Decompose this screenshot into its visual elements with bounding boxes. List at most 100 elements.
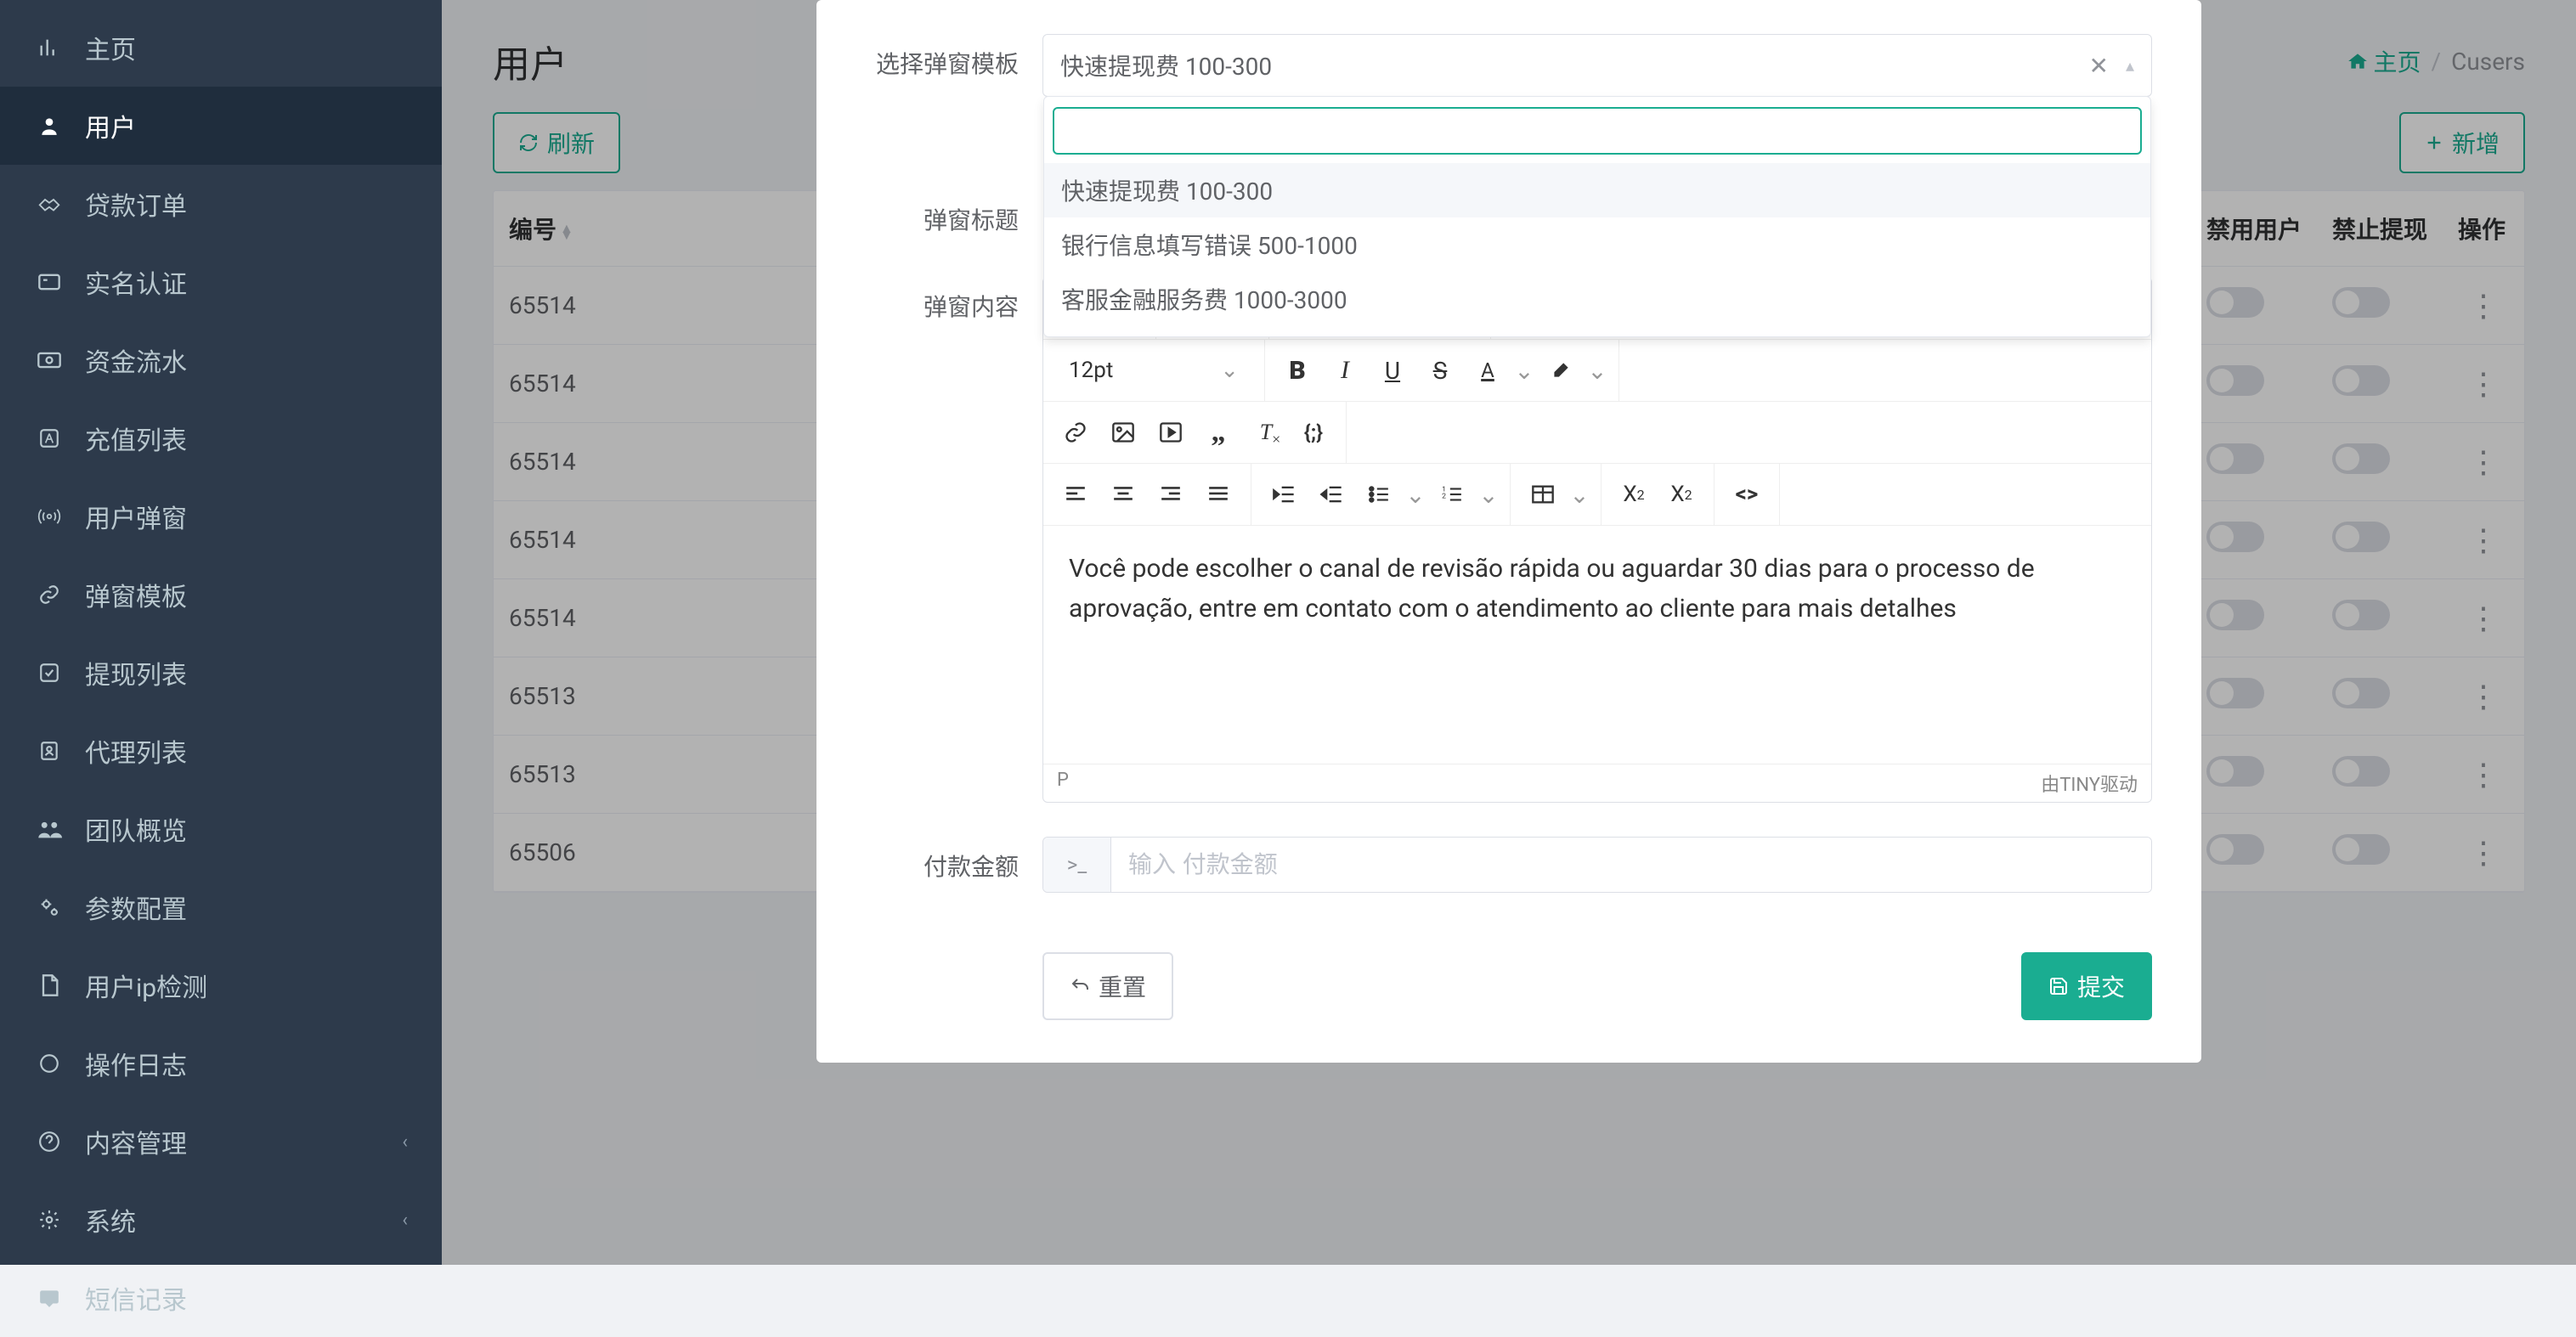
- underline-icon[interactable]: U: [1369, 350, 1416, 391]
- italic-icon[interactable]: I: [1321, 350, 1369, 391]
- chevron-down-icon[interactable]: ⌄: [1511, 350, 1537, 391]
- sidebar-item-funds[interactable]: 资金流水: [0, 321, 442, 399]
- list-a-icon: [34, 427, 65, 449]
- select-value: 快速提现费 100-300: [1060, 48, 1272, 82]
- svg-text:2: 2: [1442, 492, 1446, 500]
- chevron-left-icon: ‹: [402, 1131, 408, 1153]
- font-size-select[interactable]: 12pt ⌄: [1052, 358, 1256, 383]
- select-clear-icon[interactable]: ✕: [2080, 52, 2116, 80]
- select-option[interactable]: 快速提现费 100-300: [1044, 163, 2150, 217]
- sidebar-item-content[interactable]: 内容管理 ‹: [0, 1103, 442, 1181]
- sidebar-item-label: 系统: [85, 1201, 136, 1238]
- video-icon[interactable]: [1147, 412, 1195, 453]
- indent-icon[interactable]: [1260, 474, 1308, 515]
- blockquote-icon[interactable]: „: [1195, 412, 1242, 453]
- sidebar-item-label: 参数配置: [85, 889, 187, 926]
- editor-powered-by[interactable]: 由TINY驱动: [2041, 770, 2138, 797]
- sidebar-item-team[interactable]: 团队概览: [0, 790, 442, 868]
- chevron-down-icon[interactable]: ⌄: [1403, 474, 1428, 515]
- sidebar: 主页 用户 贷款订单 实名认证 资金流水: [0, 0, 442, 1265]
- clear-format-icon[interactable]: T×: [1242, 412, 1290, 453]
- sidebar-item-label: 提现列表: [85, 654, 187, 691]
- bullet-list-icon[interactable]: [1355, 474, 1403, 515]
- sidebar-item-label: 用户: [85, 107, 136, 144]
- bar-chart-icon: [34, 36, 65, 59]
- submit-button[interactable]: 提交: [2021, 952, 2152, 1020]
- align-left-icon[interactable]: [1052, 474, 1099, 515]
- reset-button[interactable]: 重置: [1042, 952, 1173, 1020]
- sidebar-item-label: 弹窗模板: [85, 576, 187, 613]
- sidebar-item-label: 资金流水: [85, 341, 187, 379]
- align-right-icon[interactable]: [1147, 474, 1195, 515]
- sidebar-item-label: 主页: [85, 29, 136, 66]
- label-content: 弹窗内容: [866, 277, 1019, 323]
- highlight-icon[interactable]: [1537, 350, 1585, 391]
- chevron-down-icon[interactable]: ⌄: [1567, 474, 1592, 515]
- sidebar-item-label: 用户ip检测: [85, 967, 207, 1004]
- sidebar-item-ip[interactable]: 用户ip检测: [0, 946, 442, 1024]
- table-icon[interactable]: [1519, 474, 1567, 515]
- terminal-icon: >_: [1043, 838, 1111, 892]
- text-color-icon[interactable]: A: [1464, 350, 1511, 391]
- chevron-down-icon[interactable]: ⌄: [1476, 474, 1501, 515]
- label-title: 弹窗标题: [866, 190, 1019, 236]
- sidebar-item-sms[interactable]: 短信记录: [0, 1259, 442, 1337]
- sidebar-item-users[interactable]: 用户: [0, 87, 442, 165]
- outdent-icon[interactable]: [1308, 474, 1355, 515]
- bold-icon[interactable]: B: [1274, 350, 1321, 391]
- select-dropdown: 快速提现费 100-300 银行信息填写错误 500-1000 客服金融服务费 …: [1043, 96, 2151, 337]
- chevron-down-icon[interactable]: ⌄: [1585, 350, 1610, 391]
- undo-icon: [1070, 976, 1090, 996]
- align-center-icon[interactable]: [1099, 474, 1147, 515]
- subscript-icon[interactable]: X2: [1610, 474, 1658, 515]
- sidebar-item-agents[interactable]: 代理列表: [0, 712, 442, 790]
- sidebar-item-withdraw[interactable]: 提现列表: [0, 634, 442, 712]
- superscript-icon[interactable]: X2: [1658, 474, 1705, 515]
- handshake-icon: [34, 192, 65, 216]
- sidebar-item-system[interactable]: 系统 ‹: [0, 1181, 442, 1259]
- file-icon: [34, 973, 65, 997]
- group-icon: [34, 818, 65, 840]
- sidebar-item-label: 团队概览: [85, 810, 187, 848]
- main: 用户 主页 / Cusers 刷新 新增: [442, 0, 2576, 1265]
- sidebar-item-verify[interactable]: 实名认证: [0, 243, 442, 321]
- number-list-icon[interactable]: 12: [1428, 474, 1476, 515]
- link-icon[interactable]: [1052, 412, 1099, 453]
- sidebar-item-user-popup[interactable]: 用户弹窗: [0, 477, 442, 556]
- strikethrough-icon[interactable]: S: [1416, 350, 1464, 391]
- align-justify-icon[interactable]: [1195, 474, 1242, 515]
- sidebar-item-params[interactable]: 参数配置: [0, 868, 442, 946]
- code-icon[interactable]: {;}: [1290, 412, 1337, 453]
- sidebar-item-popup-template[interactable]: 弹窗模板: [0, 556, 442, 634]
- comment-icon: [34, 1287, 65, 1309]
- amount-input[interactable]: [1111, 838, 2151, 892]
- sidebar-item-label: 操作日志: [85, 1045, 187, 1082]
- user-icon: [34, 115, 65, 137]
- modal-overlay[interactable]: 选择弹窗模板 快速提现费 100-300 ✕ ▴: [442, 0, 2576, 1265]
- sidebar-item-oplog[interactable]: 操作日志: [0, 1024, 442, 1103]
- sidebar-item-label: 内容管理: [85, 1123, 187, 1160]
- source-code-icon[interactable]: <>: [1723, 474, 1771, 515]
- select-option[interactable]: 客服金融服务费 1000-3000: [1044, 272, 2150, 326]
- sidebar-item-label: 用户弹窗: [85, 498, 187, 535]
- sidebar-item-label: 贷款订单: [85, 185, 187, 223]
- select-option[interactable]: 银行信息填写错误 500-1000: [1044, 217, 2150, 272]
- sidebar-item-home[interactable]: 主页: [0, 8, 442, 87]
- image-icon[interactable]: [1099, 412, 1147, 453]
- select-search-input[interactable]: [1053, 107, 2142, 155]
- sidebar-item-loans[interactable]: 贷款订单: [0, 165, 442, 243]
- modal: 选择弹窗模板 快速提现费 100-300 ✕ ▴: [816, 0, 2201, 1063]
- chevron-left-icon: ‹: [402, 1210, 408, 1231]
- editor-body[interactable]: Você pode escolher o canal de revisão rá…: [1043, 526, 2151, 764]
- money-icon: [34, 350, 65, 370]
- template-select[interactable]: 快速提现费 100-300 ✕ ▴ 快速提现费 100-300: [1042, 34, 2152, 97]
- cogs-icon: [34, 895, 65, 919]
- id-card-icon: [34, 272, 65, 292]
- sidebar-item-label: 充值列表: [85, 420, 187, 457]
- question-icon: [34, 1131, 65, 1153]
- chevron-down-icon: ⌄: [1220, 358, 1239, 383]
- sidebar-item-recharge[interactable]: 充值列表: [0, 399, 442, 477]
- broadcast-icon: [34, 505, 65, 528]
- editor-path[interactable]: P: [1057, 770, 1069, 797]
- label-template: 选择弹窗模板: [866, 34, 1019, 80]
